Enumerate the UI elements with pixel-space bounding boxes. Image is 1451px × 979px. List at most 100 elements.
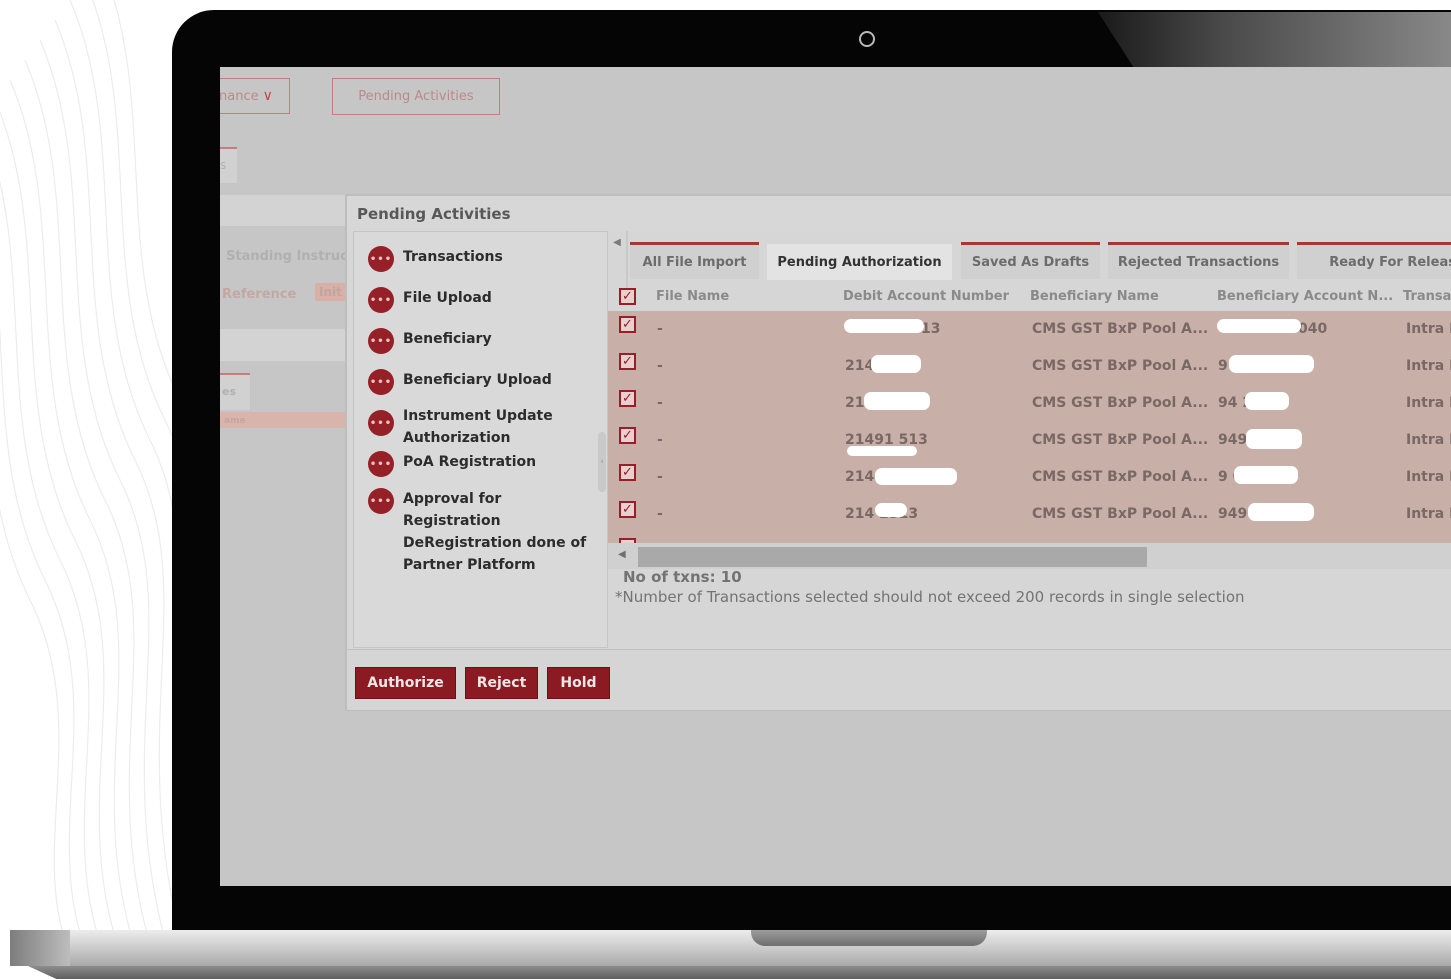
tab-label: Saved As Drafts [971, 254, 1090, 270]
redaction-mask [875, 503, 907, 517]
menu-item-file-upload[interactable]: ••• File Upload [368, 287, 492, 313]
cell-beneficiary-name: CMS GST BxP Pool A... [1032, 506, 1209, 522]
menu-item-beneficiary[interactable]: ••• Beneficiary [368, 328, 492, 354]
menu-item-beneficiary-upload[interactable]: ••• Beneficiary Upload [368, 369, 552, 395]
column-header-transaction[interactable]: Transa [1403, 289, 1451, 304]
tab-all-file-import[interactable]: All File Import [630, 242, 759, 279]
cell-transaction-type: Intra E [1406, 432, 1451, 448]
background-init-pill: Init [315, 283, 346, 301]
menu-item-label: Transactions [403, 249, 503, 265]
cell-debit-account: 13 [921, 321, 941, 337]
row-checkbox[interactable]: ✓ [619, 427, 636, 444]
menu-item-poa-registration[interactable]: ••• PoA Registration [368, 451, 536, 477]
background-row: ame [220, 412, 345, 428]
laptop-screen: nance ∨ Pending Activities s Standing In… [220, 67, 1451, 886]
cell-file-name: - [657, 432, 663, 448]
redaction-mask [1246, 429, 1302, 449]
tab-label: Rejected Transactions [1117, 254, 1280, 270]
cell-beneficiary-name: CMS GST BxP Pool A... [1032, 432, 1209, 448]
cell-transaction-type: Intra E [1406, 395, 1451, 411]
hold-button[interactable]: Hold [547, 667, 610, 699]
background-es-tab[interactable]: es [220, 373, 250, 410]
background-row-label: ame [224, 416, 246, 426]
chat-bubble-icon: ••• [368, 246, 394, 272]
selection-limit-note: *Number of Transactions selected should … [615, 588, 1245, 606]
select-all-checkbox[interactable]: ✓ [619, 288, 636, 305]
redaction-mask [1229, 355, 1314, 373]
redaction-mask [871, 355, 921, 373]
panel-collapse-handle[interactable]: ‹ [598, 432, 606, 492]
menu-item-transactions[interactable]: ••• Transactions [368, 246, 503, 272]
camera-icon [859, 31, 875, 47]
row-checkbox[interactable]: ✓ [619, 464, 636, 481]
cell-beneficiary-account: 040 [1298, 321, 1328, 337]
horizontal-scrollbar[interactable]: ◀ [608, 543, 1451, 569]
table-row[interactable]: ✓ - 214 CMS GST BxP Pool A... 9 040 Intr… [608, 459, 1451, 496]
redaction-mask [1248, 503, 1314, 521]
tab-rejected-transactions[interactable]: Rejected Transactions [1108, 242, 1289, 279]
background-pending-activities-button[interactable]: Pending Activities [332, 78, 500, 115]
tab-saved-as-drafts[interactable]: Saved As Drafts [961, 242, 1100, 279]
reject-button-label: Reject [476, 675, 527, 691]
background-standing-instruct: Standing Instruct [226, 249, 355, 264]
cell-beneficiary-name: CMS GST BxP Pool A... [1032, 395, 1209, 411]
row-checkbox[interactable]: ✓ [619, 501, 636, 518]
column-header-debit-account[interactable]: Debit Account Number [843, 289, 1009, 304]
table-row[interactable]: ✓ - 21491 513 CMS GST BxP Pool A... 949 … [608, 422, 1451, 459]
cell-transaction-type: Intra E [1406, 358, 1451, 374]
table-row[interactable]: ✓ - 13 CMS GST BxP Pool A... 040 Intra E [608, 311, 1451, 348]
menu-item-approval-registration[interactable]: ••• Approval for Registration DeRegistra… [368, 488, 598, 576]
column-header-file-name[interactable]: File Name [656, 289, 729, 304]
tab-ready-for-release[interactable]: Ready For Release [1297, 242, 1451, 279]
chat-bubble-icon: ••• [368, 369, 394, 395]
background-dropdown[interactable]: nance ∨ [220, 78, 290, 114]
cell-beneficiary-name: CMS GST BxP Pool A... [1032, 321, 1209, 337]
row-checkbox[interactable]: ✓ [619, 353, 636, 370]
column-header-beneficiary-account[interactable]: Beneficiary Account N... [1217, 289, 1393, 304]
row-checkbox[interactable]: ✓ [619, 316, 636, 333]
laptop-notch [751, 930, 987, 946]
cell-file-name: - [657, 469, 663, 485]
table-row[interactable]: ✓ - 21 3 CMS GST BxP Pool A... 94 2040 I… [608, 385, 1451, 422]
tab-scroll-left-icon[interactable]: ◀ [608, 231, 628, 289]
table-row[interactable]: ✓ - 214 2513 CMS GST BxP Pool A... 949 I… [608, 496, 1451, 533]
background-reference: Reference [222, 287, 297, 302]
modal-title: Pending Activities [357, 205, 511, 223]
scroll-left-icon[interactable]: ◀ [618, 549, 626, 560]
laptop-base-edge [10, 930, 70, 966]
cell-file-name: - [657, 506, 663, 522]
table-row[interactable]: ✓ - 214 513 CMS GST BxP Pool A... 9 0 In… [608, 348, 1451, 385]
cell-transaction-type: Intra E [1406, 321, 1451, 337]
activities-menu: ••• Transactions ••• File Upload ••• Ben… [353, 231, 608, 648]
scrollbar-thumb[interactable] [638, 547, 1147, 567]
laptop-foot [28, 966, 1451, 979]
column-header-beneficiary-name[interactable]: Beneficiary Name [1030, 289, 1159, 304]
background-es-tab-label: es [222, 385, 237, 398]
chevron-down-icon: ∨ [262, 88, 273, 104]
menu-item-instrument-update[interactable]: ••• Instrument Update Authorization [368, 405, 568, 449]
chat-bubble-icon: ••• [368, 410, 394, 436]
tab-label: Ready For Release [1329, 254, 1451, 270]
cell-beneficiary-account: 949 [1218, 506, 1248, 522]
hold-button-label: Hold [560, 675, 597, 691]
menu-item-label: Beneficiary [403, 331, 492, 347]
chat-bubble-icon: ••• [368, 328, 394, 354]
reject-button[interactable]: Reject [465, 667, 538, 699]
redaction-mask [1234, 466, 1298, 484]
background-tab[interactable]: s [220, 147, 237, 183]
redaction-mask [844, 319, 924, 333]
tab-pending-authorization[interactable]: Pending Authorization [767, 244, 952, 280]
chat-bubble-icon: ••• [368, 488, 394, 514]
cell-beneficiary-name: CMS GST BxP Pool A... [1032, 358, 1209, 374]
pending-activities-modal: Pending Activities ••• Transactions ••• … [345, 194, 1451, 711]
tab-label: Pending Authorization [777, 254, 942, 270]
authorize-button[interactable]: Authorize [355, 667, 456, 699]
transactions-content: ◀ All File Import Pending Authorization … [608, 231, 1451, 648]
table-row-partial[interactable] [608, 533, 1451, 543]
row-checkbox[interactable]: ✓ [619, 390, 636, 407]
cell-debit-account: 214 [845, 469, 875, 485]
screen-glare [1098, 12, 1451, 68]
modal-footer: Authorize Reject Hold [347, 649, 1451, 710]
laptop-base [10, 930, 1451, 966]
menu-item-label: File Upload [403, 290, 492, 306]
